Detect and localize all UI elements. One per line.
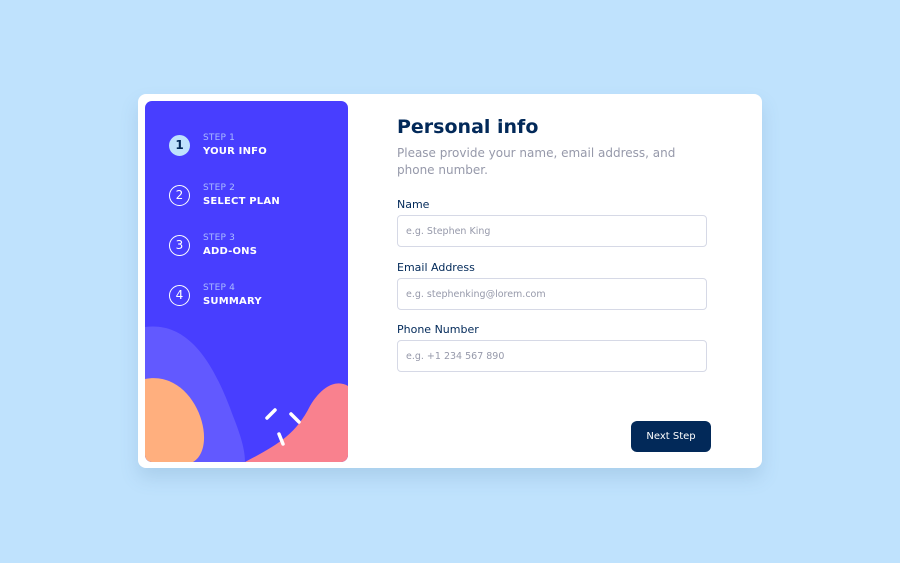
pink-wave-shape <box>245 383 348 462</box>
step-name: SELECT PLAN <box>203 196 280 207</box>
phone-field[interactable] <box>397 340 707 372</box>
step-label: STEP 2 <box>203 183 236 193</box>
step-4[interactable]: 4 STEP 4 SUMMARY <box>169 281 262 309</box>
step-name: YOUR INFO <box>203 146 267 157</box>
step-name: SUMMARY <box>203 296 262 307</box>
step-number-badge: 1 <box>169 134 190 156</box>
step-name: ADD-ONS <box>203 246 258 257</box>
step-number-badge: 2 <box>169 184 190 206</box>
email-label: Email Address <box>397 261 475 274</box>
name-field[interactable] <box>397 215 707 247</box>
step-number-badge: 4 <box>169 284 190 306</box>
phone-label: Phone Number <box>397 323 479 336</box>
page-title: Personal info <box>397 116 539 138</box>
step-2[interactable]: 2 STEP 2 SELECT PLAN <box>169 181 280 209</box>
name-label: Name <box>397 198 430 211</box>
page-subtitle: Please provide your name, email address,… <box>397 146 676 177</box>
email-field[interactable] <box>397 278 707 310</box>
step-label: STEP 1 <box>203 133 236 143</box>
multi-step-form-card: 1 STEP 1 YOUR INFO 2 STEP 2 SELECT PLAN … <box>138 94 762 468</box>
step-number-badge: 3 <box>169 234 190 256</box>
step-1[interactable]: 1 STEP 1 YOUR INFO <box>169 131 267 159</box>
step-3[interactable]: 3 STEP 3 ADD-ONS <box>169 231 257 259</box>
step-label: STEP 3 <box>203 233 236 243</box>
step-label: STEP 4 <box>203 283 236 293</box>
personal-info-form: Personal info Please provide your name, … <box>397 94 717 468</box>
next-step-button[interactable]: Next Step <box>631 421 711 452</box>
steps-sidebar: 1 STEP 1 YOUR INFO 2 STEP 2 SELECT PLAN … <box>145 101 348 462</box>
